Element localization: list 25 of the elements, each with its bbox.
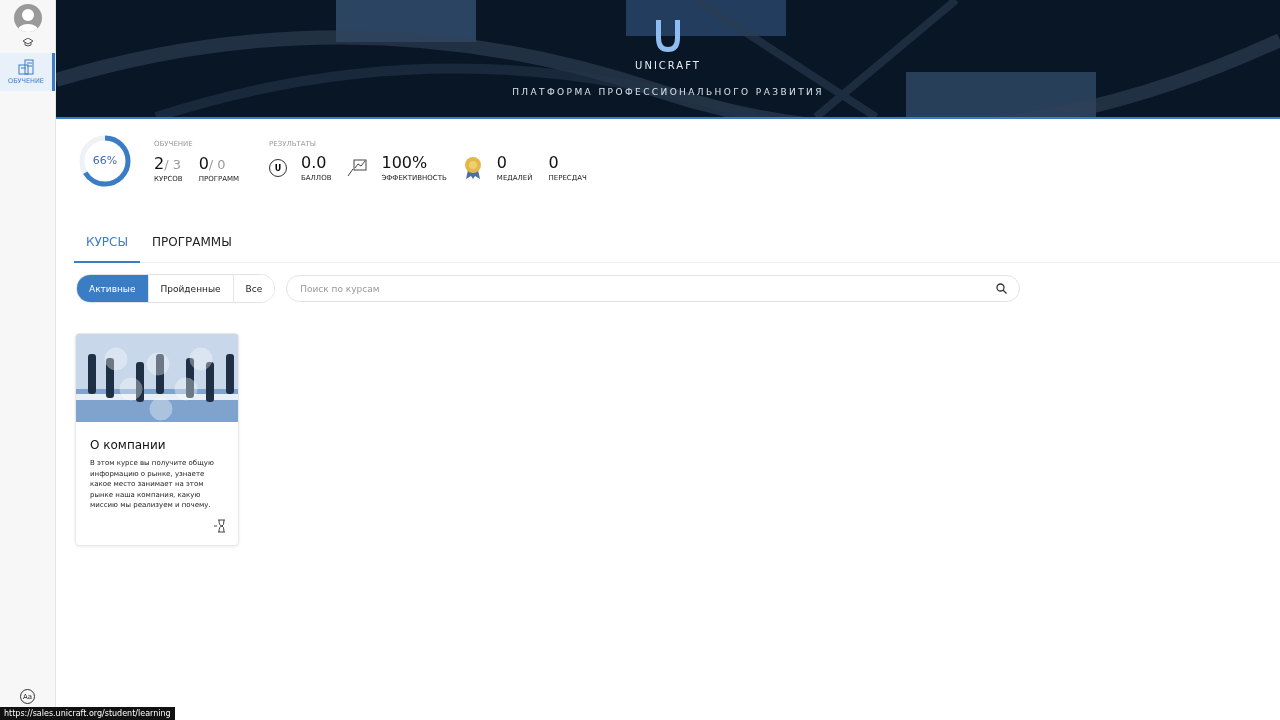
progress-percent: 66% [92,155,118,167]
search-icon[interactable] [996,283,1008,294]
course-title: О компании [90,438,167,452]
filter-button[interactable]: Все [232,275,275,302]
tab[interactable]: ПРОГРАММЫ [140,227,244,263]
medal-icon [462,156,483,180]
status-url: https://sales.unicraft.org/student/learning [0,707,175,720]
stat-value: 0 [548,154,560,172]
logo-text: UNICRAFT [635,60,701,71]
tab[interactable]: КУРСЫ [74,227,141,263]
tagline: ПЛАТФОРМА ПРОФЕССИОНАЛЬНОГО РАЗВИТИЯ [512,87,824,97]
stat-value: 0 [496,154,509,172]
stat-value: 100% [381,154,429,172]
filter-button[interactable]: Активные [77,275,148,302]
stat-value: 2/ 3 [154,153,182,173]
progress-ring [78,134,132,188]
logo-icon [653,20,683,54]
graduation-cap-icon[interactable] [22,38,33,47]
stat-value: 0.0 [301,154,328,172]
hourglass-icon [214,519,226,533]
chart-icon [347,159,368,177]
search-field[interactable]: Поиск по курсам [286,275,1021,302]
avatar[interactable] [13,4,42,32]
building-icon [18,59,34,75]
stat-value: 0/ 0 [198,153,227,173]
